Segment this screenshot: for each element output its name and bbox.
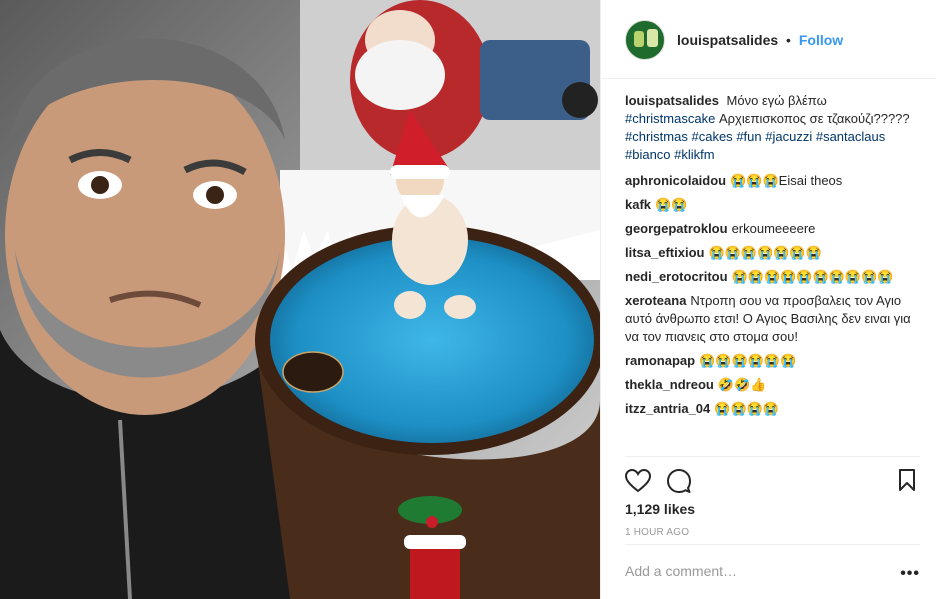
post-caption: louispatsalides Μόνο εγώ βλέπω #christma… bbox=[625, 92, 920, 164]
comment-text: 🤣🤣👍 bbox=[717, 377, 767, 392]
comment-username[interactable]: kafk bbox=[625, 197, 651, 212]
hashtag-link[interactable]: #christmas bbox=[625, 129, 688, 144]
post-timestamp[interactable]: 1 HOUR AGO bbox=[625, 527, 689, 538]
post-side-panel: louispatsalides • Follow louispatsalides… bbox=[600, 0, 936, 599]
hashtag-link[interactable]: #bianco bbox=[625, 147, 671, 162]
avatar[interactable] bbox=[625, 20, 665, 60]
add-comment-input[interactable] bbox=[625, 563, 885, 579]
comment-item: ramonapap 😭😭😭😭😭😭 bbox=[625, 352, 920, 370]
comment-username[interactable]: georgepatroklou bbox=[625, 221, 728, 236]
comment-item: aphronicolaidou 😭😭😭Eisai theos bbox=[625, 172, 920, 190]
caption-text-2: Αρχιεπισκοπος σε τζακούζι????? bbox=[718, 111, 910, 126]
more-options-button[interactable]: ••• bbox=[900, 565, 920, 583]
hashtag-link[interactable]: #klikfm bbox=[674, 147, 714, 162]
comment-username[interactable]: ramonapap bbox=[625, 353, 695, 368]
comment-item: itzz_antria_04 😭😭😭😭 bbox=[625, 400, 920, 418]
comment-username[interactable]: nedi_erotocritou bbox=[625, 269, 728, 284]
photo-illustration bbox=[0, 0, 600, 599]
comment-text: 😭😭😭😭😭😭 bbox=[699, 353, 797, 368]
comment-username[interactable]: thekla_ndreou bbox=[625, 377, 714, 392]
comment-text: 😭😭😭😭😭😭😭 bbox=[708, 245, 822, 260]
hashtag-link[interactable]: #christmascake bbox=[625, 111, 715, 126]
heart-icon[interactable] bbox=[624, 468, 652, 496]
comment-username[interactable]: xeroteana bbox=[625, 293, 686, 308]
hashtag-link[interactable]: #fun bbox=[736, 129, 761, 144]
comment-item: xeroteana Ντροπη σου να προσβαλεις τον Αγ… bbox=[625, 292, 920, 346]
bookmark-icon[interactable] bbox=[898, 469, 916, 494]
hashtag-link[interactable]: #jacuzzi bbox=[765, 129, 812, 144]
comment-text: erkoumeeeere bbox=[731, 221, 816, 236]
likes-count[interactable]: 1,129 likes bbox=[625, 501, 695, 517]
caption-text: Μόνο εγώ βλέπω bbox=[726, 93, 827, 108]
comment-item: georgepatroklou erkoumeeeere bbox=[625, 220, 920, 238]
comment-text: 😭😭😭😭 bbox=[714, 401, 780, 416]
comment-item: thekla_ndreou 🤣🤣👍 bbox=[625, 376, 920, 394]
comment-username[interactable]: itzz_antria_04 bbox=[625, 401, 710, 416]
comment-text: 😭😭😭Eisai theos bbox=[730, 173, 843, 188]
comment-username[interactable]: aphronicolaidou bbox=[625, 173, 726, 188]
avatar-shape bbox=[634, 31, 644, 47]
comment-text: 😭😭 bbox=[655, 197, 688, 212]
comments-list[interactable]: louispatsalides Μόνο εγώ βλέπω #christma… bbox=[601, 79, 936, 456]
comment-text: 😭😭😭😭😭😭😭😭😭😭 bbox=[731, 269, 894, 284]
follow-button[interactable]: Follow bbox=[799, 32, 843, 48]
header-separator: • bbox=[786, 32, 791, 48]
hashtag-link[interactable]: #santaclaus bbox=[816, 129, 885, 144]
header-text: louispatsalides • Follow bbox=[677, 32, 843, 48]
header-username[interactable]: louispatsalides bbox=[677, 32, 778, 48]
comment-icon[interactable] bbox=[667, 469, 691, 496]
avatar-shape bbox=[647, 29, 658, 47]
comment-item: nedi_erotocritou 😭😭😭😭😭😭😭😭😭😭 bbox=[625, 268, 920, 286]
post-header: louispatsalides • Follow bbox=[601, 0, 936, 79]
comment-item: kafk 😭😭 bbox=[625, 196, 920, 214]
action-icons bbox=[624, 463, 920, 496]
hashtag-link[interactable]: #cakes bbox=[691, 129, 732, 144]
comment-username[interactable]: litsa_eftixiou bbox=[625, 245, 704, 260]
post-actions: 1,129 likes 1 HOUR AGO bbox=[624, 456, 920, 544]
add-comment-section: ••• bbox=[625, 544, 920, 599]
post-photo[interactable] bbox=[0, 0, 600, 599]
caption-username[interactable]: louispatsalides bbox=[625, 93, 719, 108]
comment-item: litsa_eftixiou 😭😭😭😭😭😭😭 bbox=[625, 244, 920, 262]
